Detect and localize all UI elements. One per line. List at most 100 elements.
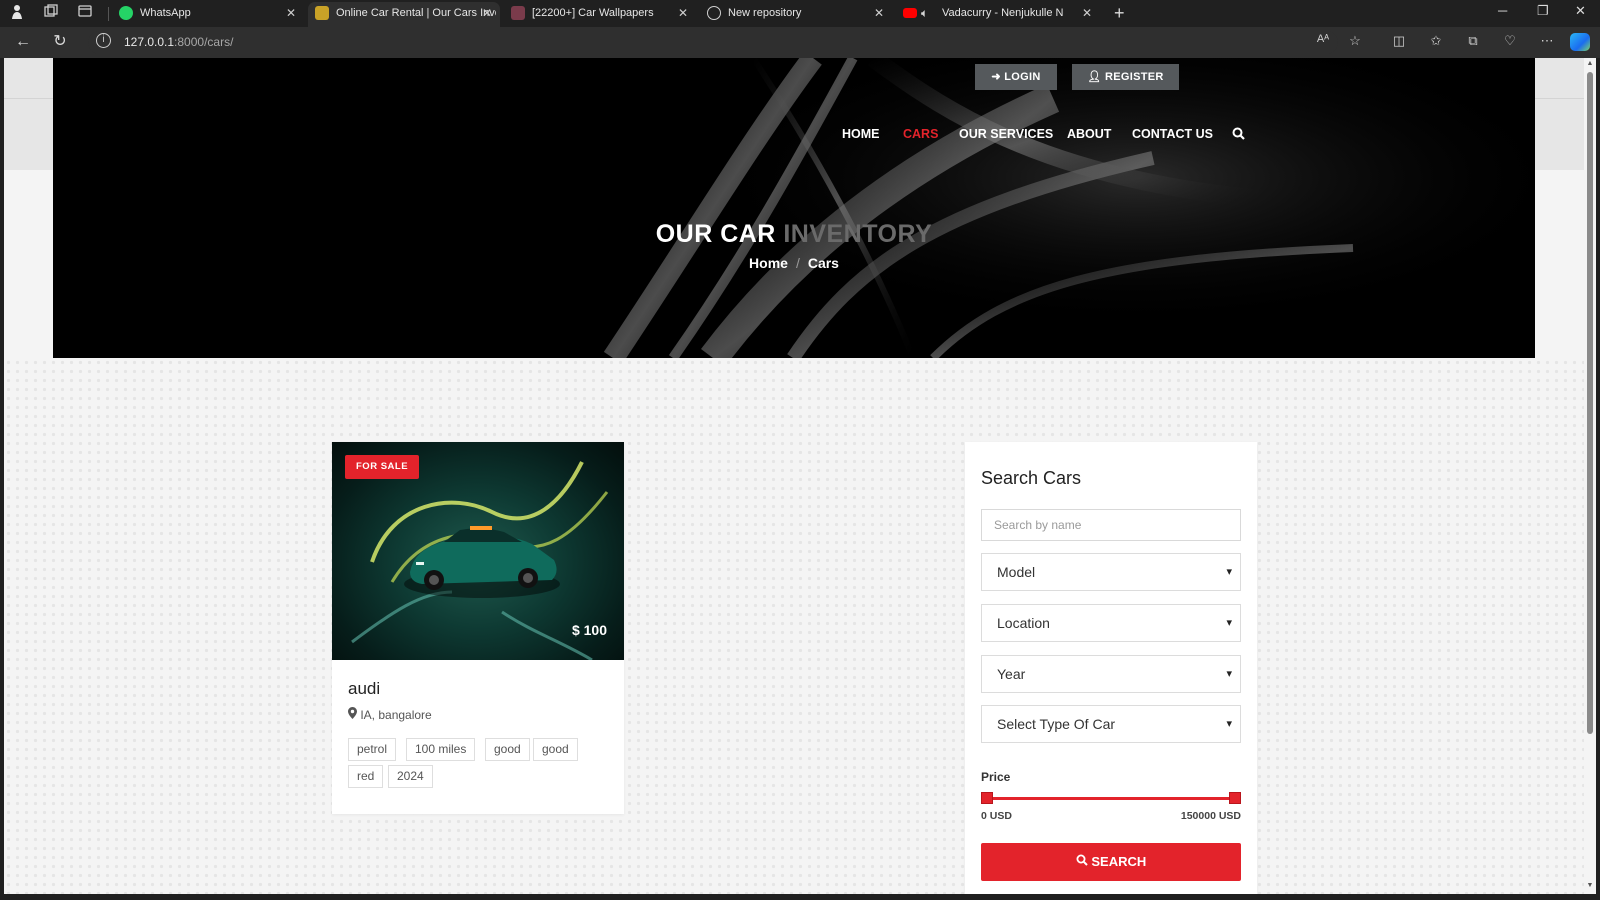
car-spec-chip: petrol <box>348 738 397 761</box>
login-label: LOGIN <box>1004 71 1041 83</box>
more-menu-icon[interactable]: ⋯ <box>1537 33 1557 49</box>
chevron-down-icon: ▾ <box>1226 617 1232 629</box>
price-min-handle[interactable] <box>981 792 993 804</box>
car-spec-chip: good <box>533 738 578 761</box>
copilot-icon[interactable] <box>1570 33 1590 51</box>
register-button[interactable]: 👤︎ REGISTER <box>1072 64 1179 90</box>
search-cars-panel: Search Cars Search by name Model ▾ Locat… <box>965 442 1257 894</box>
favorites-icon[interactable]: ✩ <box>1426 33 1446 49</box>
browser-essentials-icon[interactable]: ♡ <box>1500 33 1520 49</box>
page-scrollbar[interactable]: ▲ ▼ <box>1584 58 1596 894</box>
scrollbar-thumb[interactable] <box>1587 72 1593 734</box>
car-listing-card[interactable]: FOR SALE $ 100 audi IA, bangalore petrol… <box>332 442 624 814</box>
car-spec-chip: 2024 <box>388 765 433 788</box>
scroll-up-icon[interactable]: ▲ <box>1585 60 1595 67</box>
favorite-star-icon[interactable]: ☆ <box>1345 33 1365 49</box>
search-panel-title: Search Cars <box>981 468 1082 488</box>
login-button[interactable]: ➜ LOGIN <box>975 64 1057 90</box>
breadcrumb-current: Cars <box>807 255 839 271</box>
tab-youtube[interactable]: 🔈︎ Vadacurry - Nenjukulle Nee ✕ <box>896 2 1100 27</box>
nav-our-services[interactable]: OUR SERVICES <box>959 127 1053 141</box>
tab-new-repository[interactable]: New repository ✕ <box>700 2 892 27</box>
car-name[interactable]: audi <box>348 679 380 699</box>
close-window-icon[interactable]: ✕ <box>1575 3 1586 19</box>
price-max-handle[interactable] <box>1229 792 1241 804</box>
tab-title: Vadacurry - Nenjukulle Nee <box>942 7 1064 19</box>
for-sale-badge: FOR SALE <box>345 455 420 479</box>
map-marker-icon <box>348 707 360 722</box>
hero-banner: ➜ LOGIN 👤︎ REGISTER HOME CARS OUR SERVIC… <box>53 58 1535 358</box>
nav-contact-us[interactable]: CONTACT US <box>1132 127 1213 141</box>
split-screen-icon[interactable]: ◫ <box>1389 33 1409 49</box>
car-location: IA, bangalore <box>348 707 432 722</box>
login-icon: ➜ <box>991 71 1005 83</box>
car-spec-chip: red <box>348 765 384 788</box>
search-name-input[interactable]: Search by name <box>981 509 1241 541</box>
price-label: Price <box>981 770 1011 784</box>
car-price: $ 100 <box>571 622 607 638</box>
refresh-icon[interactable]: ↻ <box>49 32 71 52</box>
price-min-value: 0 USD <box>981 810 1012 822</box>
tab-title: WhatsApp <box>140 7 191 19</box>
car-type-select-value: Select Type Of Car <box>997 716 1116 732</box>
whatsapp-icon <box>119 6 133 20</box>
car-spec-chip: 100 miles <box>406 738 476 761</box>
read-aloud-icon[interactable]: Aᴬ <box>1313 33 1333 45</box>
tab-title: New repository <box>728 7 802 19</box>
workspaces-icon[interactable] <box>41 4 61 24</box>
year-select-value: Year <box>997 666 1026 682</box>
tab-whatsapp[interactable]: WhatsApp ✕ <box>112 2 304 27</box>
close-tab-icon[interactable]: ✕ <box>286 2 296 24</box>
model-select[interactable]: Model ▾ <box>981 553 1241 591</box>
close-tab-icon[interactable]: ✕ <box>874 2 884 24</box>
minimize-icon[interactable]: ─ <box>1498 3 1507 18</box>
github-icon <box>707 6 721 20</box>
location-select[interactable]: Location ▾ <box>981 604 1241 642</box>
car-location-text: IA, bangalore <box>360 708 432 722</box>
speaker-icon[interactable]: 🔈︎ <box>921 2 928 24</box>
nav-home[interactable]: HOME <box>842 127 880 141</box>
model-select-value: Model <box>997 564 1036 580</box>
profile-icon[interactable] <box>7 4 27 24</box>
tab-car-wallpapers[interactable]: [22200+] Car Wallpapers ✕ <box>504 2 696 27</box>
page-title-muted: INVENTORY <box>783 220 933 248</box>
site-info-icon[interactable]: i <box>96 33 111 48</box>
search-icon <box>1076 854 1092 869</box>
car-type-select[interactable]: Select Type Of Car ▾ <box>981 705 1241 743</box>
car-photo[interactable]: FOR SALE $ 100 <box>332 442 624 660</box>
breadcrumb-home[interactable]: Home <box>749 255 788 271</box>
price-range-track[interactable] <box>987 797 1235 800</box>
tab-car-rental[interactable]: Online Car Rental | Our Cars Inve ✕ <box>308 2 500 27</box>
register-label: REGISTER <box>1104 71 1164 83</box>
youtube-icon <box>903 8 917 18</box>
close-tab-icon[interactable]: ✕ <box>482 2 492 24</box>
breadcrumb: Home / Cars <box>53 255 1535 271</box>
close-tab-icon[interactable]: ✕ <box>1082 2 1092 24</box>
page-viewport: ➜ LOGIN 👤︎ REGISTER HOME CARS OUR SERVIC… <box>4 58 1584 894</box>
collections-icon[interactable]: ⧉ <box>1463 33 1483 49</box>
tab-actions-icon[interactable] <box>75 4 95 24</box>
search-button-label: SEARCH <box>1091 854 1147 869</box>
new-tab-icon[interactable]: + <box>1114 2 1125 24</box>
search-icon[interactable] <box>1232 127 1245 143</box>
close-tab-icon[interactable]: ✕ <box>678 2 688 24</box>
scroll-down-icon[interactable]: ▼ <box>1585 882 1595 889</box>
wallpaper-site-icon <box>511 6 525 20</box>
year-select[interactable]: Year ▾ <box>981 655 1241 693</box>
chevron-down-icon: ▾ <box>1226 718 1232 730</box>
back-icon[interactable]: ← <box>12 32 34 52</box>
url-text[interactable]: 127.0.0.1:8000/cars/ <box>124 35 233 49</box>
chevron-down-icon: ▾ <box>1226 566 1232 578</box>
nav-cars[interactable]: CARS <box>903 127 938 141</box>
url-bar[interactable]: i 127.0.0.1:8000/cars/ <box>88 31 1338 54</box>
page-title-strong: OUR CAR <box>655 220 776 248</box>
tab-title: Online Car Rental | Our Cars Inve <box>336 7 496 19</box>
user-plus-icon: 👤︎ <box>1087 71 1105 83</box>
url-host: 127.0.0.1 <box>124 35 175 49</box>
address-toolbar: ← ↻ i 127.0.0.1:8000/cars/ Aᴬ ☆ ◫ ✩ ⧉ ♡ … <box>0 27 1600 58</box>
location-select-value: Location <box>997 615 1050 631</box>
search-button[interactable]: SEARCH <box>981 843 1241 881</box>
nav-about[interactable]: ABOUT <box>1067 127 1111 141</box>
price-max-value: 150000 USD <box>1180 810 1241 822</box>
restore-icon[interactable]: ❐ <box>1537 3 1549 19</box>
